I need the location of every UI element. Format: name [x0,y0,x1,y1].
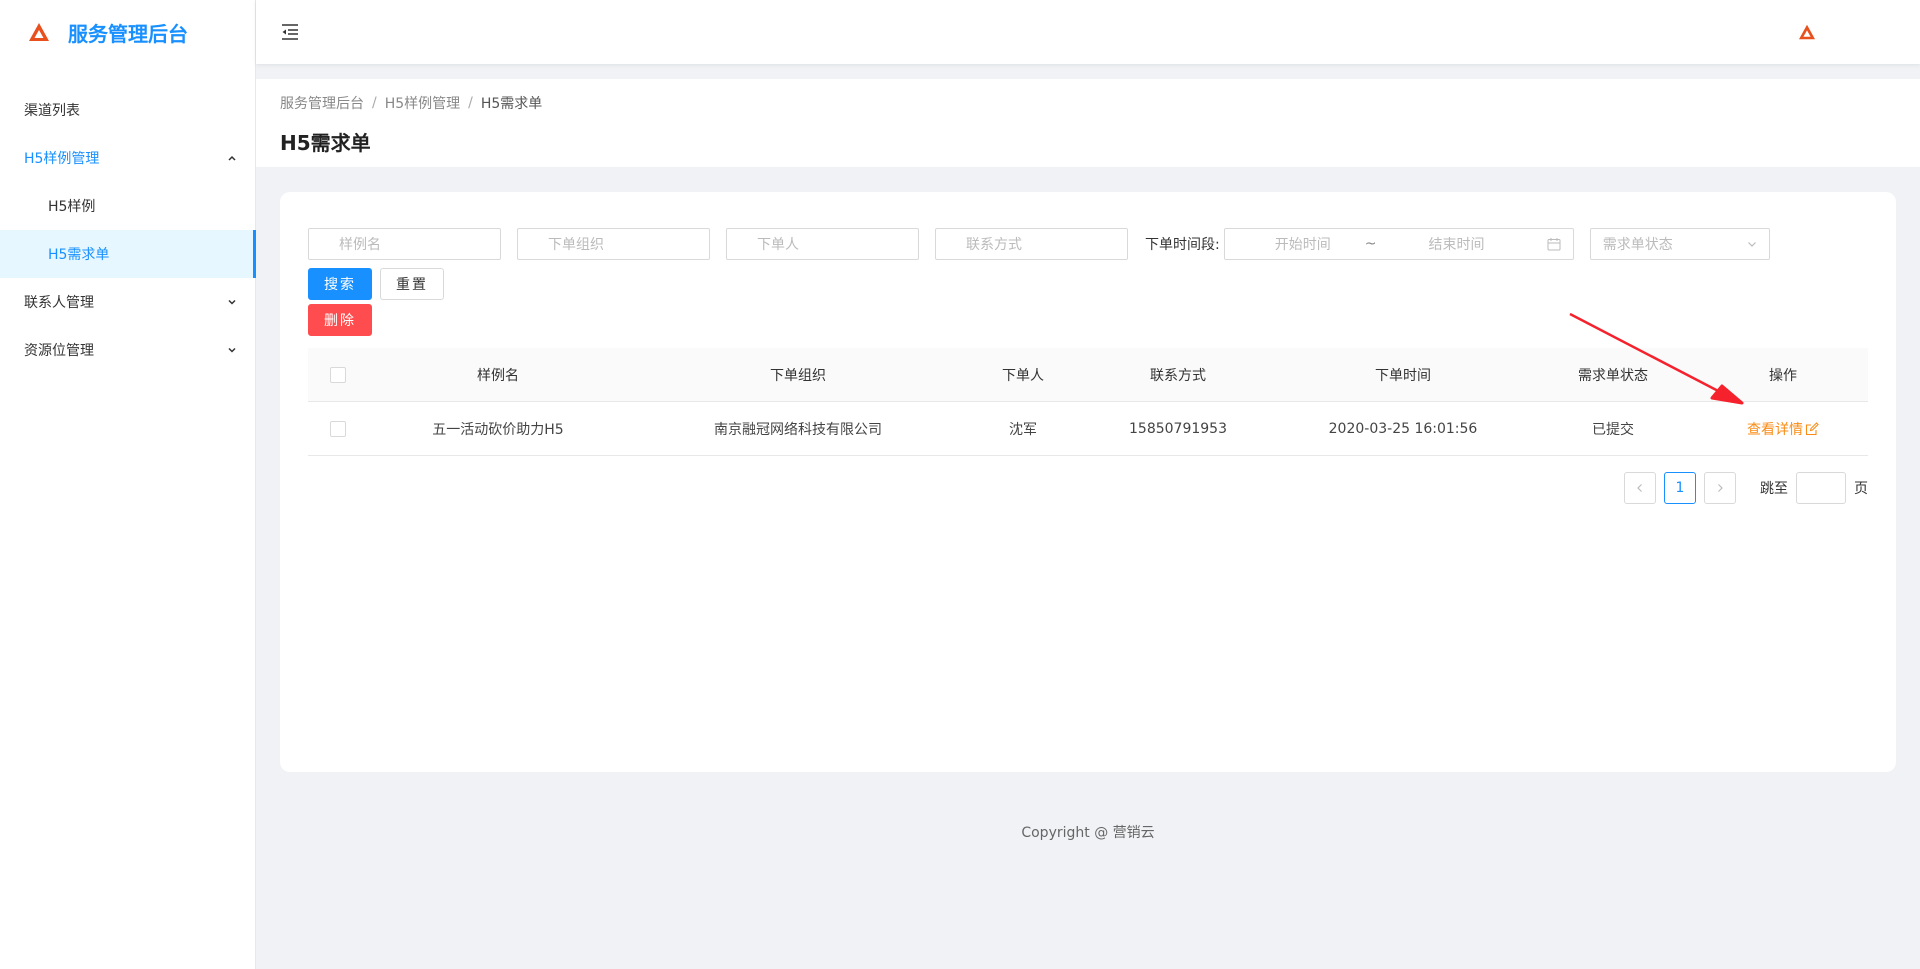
pagination: 1 跳至 页 [1624,472,1868,504]
cell-order-person: 沈军 [1009,421,1037,438]
breadcrumb: 服务管理后台 / H5样例管理 / H5需求单 [280,93,1896,113]
prev-page-button[interactable] [1624,472,1656,504]
order-time-label: 下单时间段: [1145,237,1220,253]
jump-to-page-input[interactable] [1796,472,1846,504]
jump-to-label: 跳至 [1760,481,1788,497]
triangle-logo-icon [29,23,49,41]
top-header [256,0,1920,64]
chevron-right-icon [1718,484,1723,492]
delete-row: 删除 [308,304,1868,336]
breadcrumb-item-h5-sample-management[interactable]: H5样例管理 [385,93,460,113]
footer-copyright: Copyright @ 营销云 [1021,825,1155,841]
header-cell-order-person: 下单人 [1002,367,1044,384]
action-buttons: 搜索 重置 [308,268,1868,300]
delete-button[interactable]: 删除 [308,304,372,336]
menu-fold-icon [282,24,298,40]
row-select-cell [308,420,368,437]
table-header-row: 样例名 下单组织 下单人 联系方式 下单时间 需求单状态 操作 [308,348,1868,402]
range-separator: ~ [1364,236,1377,252]
breadcrumb-item-current: H5需求单 [480,96,543,112]
app-title: 服务管理后台 [68,21,188,46]
cell-order-org: 南京融冠网络科技有限公司 [714,421,882,438]
chevron-down-icon [228,299,236,305]
order-status-select[interactable]: 需求单状态 [1589,228,1770,260]
chevron-down-icon [228,347,236,353]
order-org-input[interactable]: 下单组织 [517,228,710,260]
search-button[interactable]: 搜索 [308,268,372,300]
triangle-logo-icon [1799,24,1815,40]
sidebar: 服务管理后台 渠道列表 H5样例管理 H5样例 H5需求单 联系人管理 资源位管… [0,0,256,969]
start-time-input[interactable]: 开始时间 [1275,234,1331,254]
filter-bar: 样例名 下单组织 下单人 联系方式 下单时间段: 开始时间 ~ 结束时间 需求单… [308,228,1868,260]
page-unit-label: 页 [1854,481,1868,497]
sidebar-menu: 渠道列表 H5样例管理 H5样例 H5需求单 联系人管理 资源位管理 [0,86,256,374]
contact-input[interactable]: 联系方式 [935,228,1128,260]
cell-contact: 15850791953 [1129,420,1227,437]
chevron-down-icon [1747,242,1756,247]
header-cell-select [308,366,368,383]
sidebar-item-channel-list[interactable]: 渠道列表 [0,86,255,134]
calendar-icon [1547,238,1561,251]
order-person-input[interactable]: 下单人 [726,228,919,260]
header-cell-contact: 联系方式 [1150,367,1206,384]
cell-sample-name: 五一活动砍价助力H5 [432,421,564,438]
sidebar-item-label: H5样例 [48,199,96,215]
content-card: 样例名 下单组织 下单人 联系方式 下单时间段: 开始时间 ~ 结束时间 需求单… [280,192,1896,772]
breadcrumb-separator: / [372,95,377,111]
cell-order-time: 2020-03-25 16:01:56 [1328,420,1478,437]
header-cell-sample-name: 样例名 [477,367,519,384]
order-status-placeholder: 需求单状态 [1602,237,1673,253]
breadcrumb-separator: / [468,95,473,111]
table-row: 五一活动砍价助力H5 南京融冠网络科技有限公司 沈军 15850791953 2… [308,402,1868,456]
page-title: H5需求单 [280,131,371,155]
cell-actions: 查看详情 [1698,419,1868,439]
select-all-checkbox[interactable] [330,366,346,383]
sidebar-item-h5-order[interactable]: H5需求单 [0,230,256,278]
menu-fold-button[interactable] [280,23,300,41]
edit-icon [1805,421,1819,435]
view-details-link[interactable]: 查看详情 [1747,419,1819,439]
row-checkbox[interactable] [330,420,346,437]
chevron-left-icon [1637,484,1642,492]
page-header: 服务管理后台 / H5样例管理 / H5需求单 H5需求单 [256,79,1920,167]
header-cell-order-org: 下单组织 [770,367,826,384]
sidebar-item-label: H5样例管理 [24,151,100,167]
view-details-label: 查看详情 [1747,421,1803,438]
page-number-button[interactable]: 1 [1664,472,1696,504]
reset-button[interactable]: 重置 [380,268,444,300]
logo[interactable]: 服务管理后台 [0,0,255,64]
sidebar-item-label: H5需求单 [48,247,110,263]
sidebar-item-contact-management[interactable]: 联系人管理 [0,278,255,326]
cell-status: 已提交 [1592,421,1634,438]
sidebar-item-label: 联系人管理 [24,295,94,311]
header-logo[interactable] [1798,24,1896,40]
sample-name-input[interactable]: 样例名 [308,228,501,260]
breadcrumb-item-home[interactable]: 服务管理后台 [280,93,364,113]
header-cell-status: 需求单状态 [1578,367,1648,384]
sidebar-item-label: 渠道列表 [24,103,80,119]
sidebar-item-h5-sample-management[interactable]: H5样例管理 [0,134,255,182]
order-time-range-picker[interactable]: 开始时间 ~ 结束时间 [1223,228,1574,260]
header-cell-actions: 操作 [1769,367,1797,384]
end-time-input[interactable]: 结束时间 [1428,234,1484,254]
sidebar-item-resource-management[interactable]: 资源位管理 [0,326,255,374]
sidebar-item-h5-sample[interactable]: H5样例 [0,182,255,230]
next-page-button[interactable] [1704,472,1736,504]
chevron-up-icon [228,155,236,161]
header-cell-order-time: 下单时间 [1375,367,1431,384]
order-table: 样例名 下单组织 下单人 联系方式 下单时间 需求单状态 操作 五一活动砍价助力… [308,348,1868,456]
sidebar-item-label: 资源位管理 [24,343,94,359]
